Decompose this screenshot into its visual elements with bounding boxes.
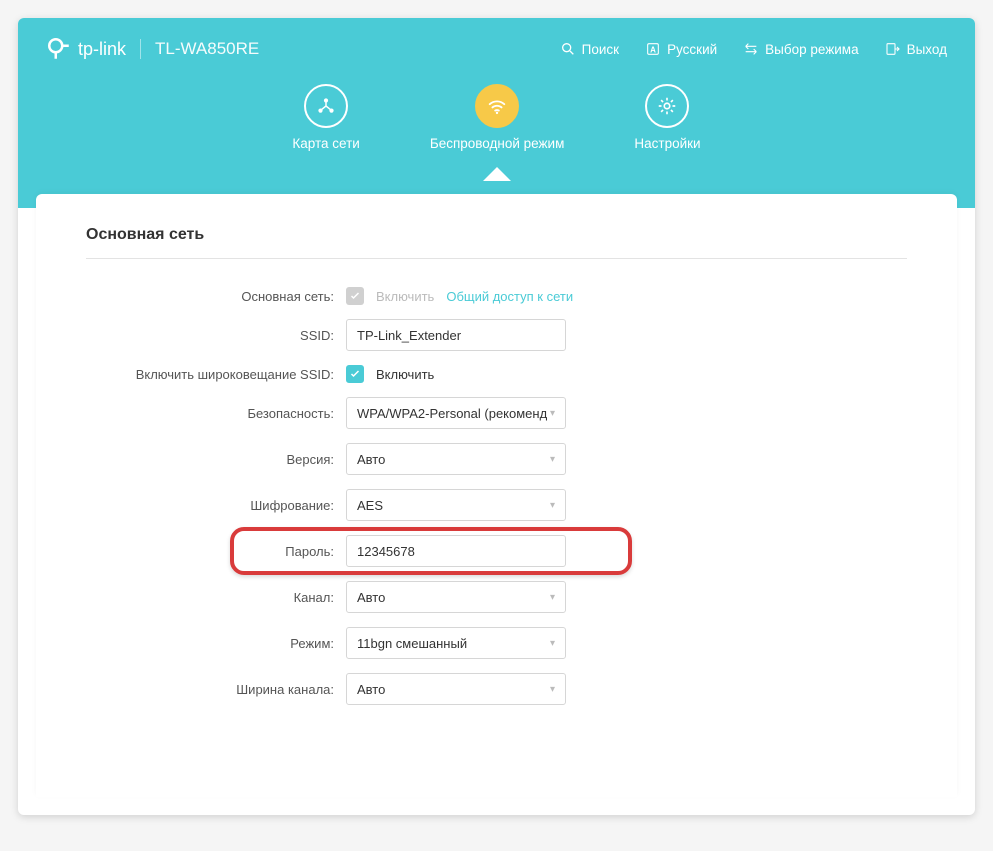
main-nav: Карта сети Беспроводной режим Настройки <box>18 84 975 151</box>
row-host-network: Основная сеть: Включить Общий доступ к с… <box>86 287 907 305</box>
mode-label: Выбор режима <box>765 42 858 57</box>
security-label: Безопасность: <box>86 406 346 421</box>
width-select[interactable]: Авто ▾ <box>346 673 566 705</box>
logo: tp-link <box>46 36 126 62</box>
wmode-value: 11bgn смешанный <box>357 636 467 651</box>
chevron-down-icon: ▾ <box>550 592 555 603</box>
brand: tp-link TL-WA850RE <box>46 36 259 62</box>
broadcast-enable-label: Включить <box>376 367 434 382</box>
model-label: TL-WA850RE <box>140 39 259 59</box>
encryption-select[interactable]: AES ▾ <box>346 489 566 521</box>
chevron-down-icon: ▾ <box>550 638 555 649</box>
channel-value: Авто <box>357 590 385 605</box>
settings-icon <box>645 84 689 128</box>
content-panel: Основная сеть Основная сеть: Включить Об… <box>36 194 957 797</box>
search-action[interactable]: Поиск <box>560 41 619 57</box>
row-mode: Режим: 11bgn смешанный ▾ <box>86 627 907 659</box>
ssid-label: SSID: <box>86 328 346 343</box>
logout-action[interactable]: Выход <box>885 41 947 57</box>
row-ssid: SSID: <box>86 319 907 351</box>
share-network-link[interactable]: Общий доступ к сети <box>446 289 573 304</box>
network-map-icon <box>304 84 348 128</box>
chevron-down-icon: ▾ <box>550 500 555 511</box>
version-value: Авто <box>357 452 385 467</box>
nav-wireless[interactable]: Беспроводной режим <box>430 84 565 151</box>
row-encryption: Шифрование: AES ▾ <box>86 489 907 521</box>
host-enable-checkbox[interactable] <box>346 287 364 305</box>
nav-wireless-label: Беспроводной режим <box>430 136 565 151</box>
security-select[interactable]: WPA/WPA2-Personal (рекоменд ▾ <box>346 397 566 429</box>
ssid-input[interactable] <box>346 319 566 351</box>
language-label: Русский <box>667 42 717 57</box>
width-label: Ширина канала: <box>86 682 346 697</box>
chevron-down-icon: ▾ <box>550 454 555 465</box>
row-channel: Канал: Авто ▾ <box>86 581 907 613</box>
check-icon <box>349 290 361 302</box>
wmode-select[interactable]: 11bgn смешанный ▾ <box>346 627 566 659</box>
tplink-logo-icon <box>46 36 72 62</box>
top-actions: Поиск A Русский Выбор режима Выход <box>560 41 947 57</box>
version-label: Версия: <box>86 452 346 467</box>
row-version: Версия: Авто ▾ <box>86 443 907 475</box>
language-icon: A <box>645 41 661 57</box>
topbar: tp-link TL-WA850RE Поиск A Русский Выбор… <box>18 18 975 62</box>
nav-map-label: Карта сети <box>292 136 359 151</box>
wireless-icon <box>475 84 519 128</box>
password-label: Пароль: <box>86 544 346 559</box>
nav-settings-label: Настройки <box>634 136 700 151</box>
chevron-down-icon: ▾ <box>550 684 555 695</box>
search-icon <box>560 41 576 57</box>
row-broadcast: Включить широковещание SSID: Включить <box>86 365 907 383</box>
broadcast-label: Включить широковещание SSID: <box>86 367 346 382</box>
channel-select[interactable]: Авто ▾ <box>346 581 566 613</box>
logout-icon <box>885 41 901 57</box>
row-channel-width: Ширина канала: Авто ▾ <box>86 673 907 705</box>
language-action[interactable]: A Русский <box>645 41 717 57</box>
section-title: Основная сеть <box>86 226 907 259</box>
channel-label: Канал: <box>86 590 346 605</box>
brand-name: tp-link <box>78 39 126 60</box>
security-value: WPA/WPA2-Personal (рекоменд <box>357 406 547 421</box>
chevron-down-icon: ▾ <box>550 408 555 419</box>
search-label: Поиск <box>582 42 619 57</box>
logout-label: Выход <box>907 42 947 57</box>
width-value: Авто <box>357 682 385 697</box>
broadcast-checkbox[interactable] <box>346 365 364 383</box>
encryption-value: AES <box>357 498 383 513</box>
password-input[interactable] <box>346 535 566 567</box>
header: tp-link TL-WA850RE Поиск A Русский Выбор… <box>18 18 975 208</box>
mode-action[interactable]: Выбор режима <box>743 41 858 57</box>
row-password: Пароль: <box>86 535 907 567</box>
encryption-label: Шифрование: <box>86 498 346 513</box>
nav-settings[interactable]: Настройки <box>634 84 700 151</box>
nav-network-map[interactable]: Карта сети <box>292 84 359 151</box>
host-enable-label: Включить <box>376 289 434 304</box>
check-icon <box>349 368 361 380</box>
mode-icon <box>743 41 759 57</box>
wireless-form: Основная сеть: Включить Общий доступ к с… <box>86 287 907 705</box>
wmode-label: Режим: <box>86 636 346 651</box>
row-security: Безопасность: WPA/WPA2-Personal (рекомен… <box>86 397 907 429</box>
app-window: tp-link TL-WA850RE Поиск A Русский Выбор… <box>18 18 975 815</box>
host-label: Основная сеть: <box>86 289 346 304</box>
version-select[interactable]: Авто ▾ <box>346 443 566 475</box>
svg-text:A: A <box>650 45 656 54</box>
